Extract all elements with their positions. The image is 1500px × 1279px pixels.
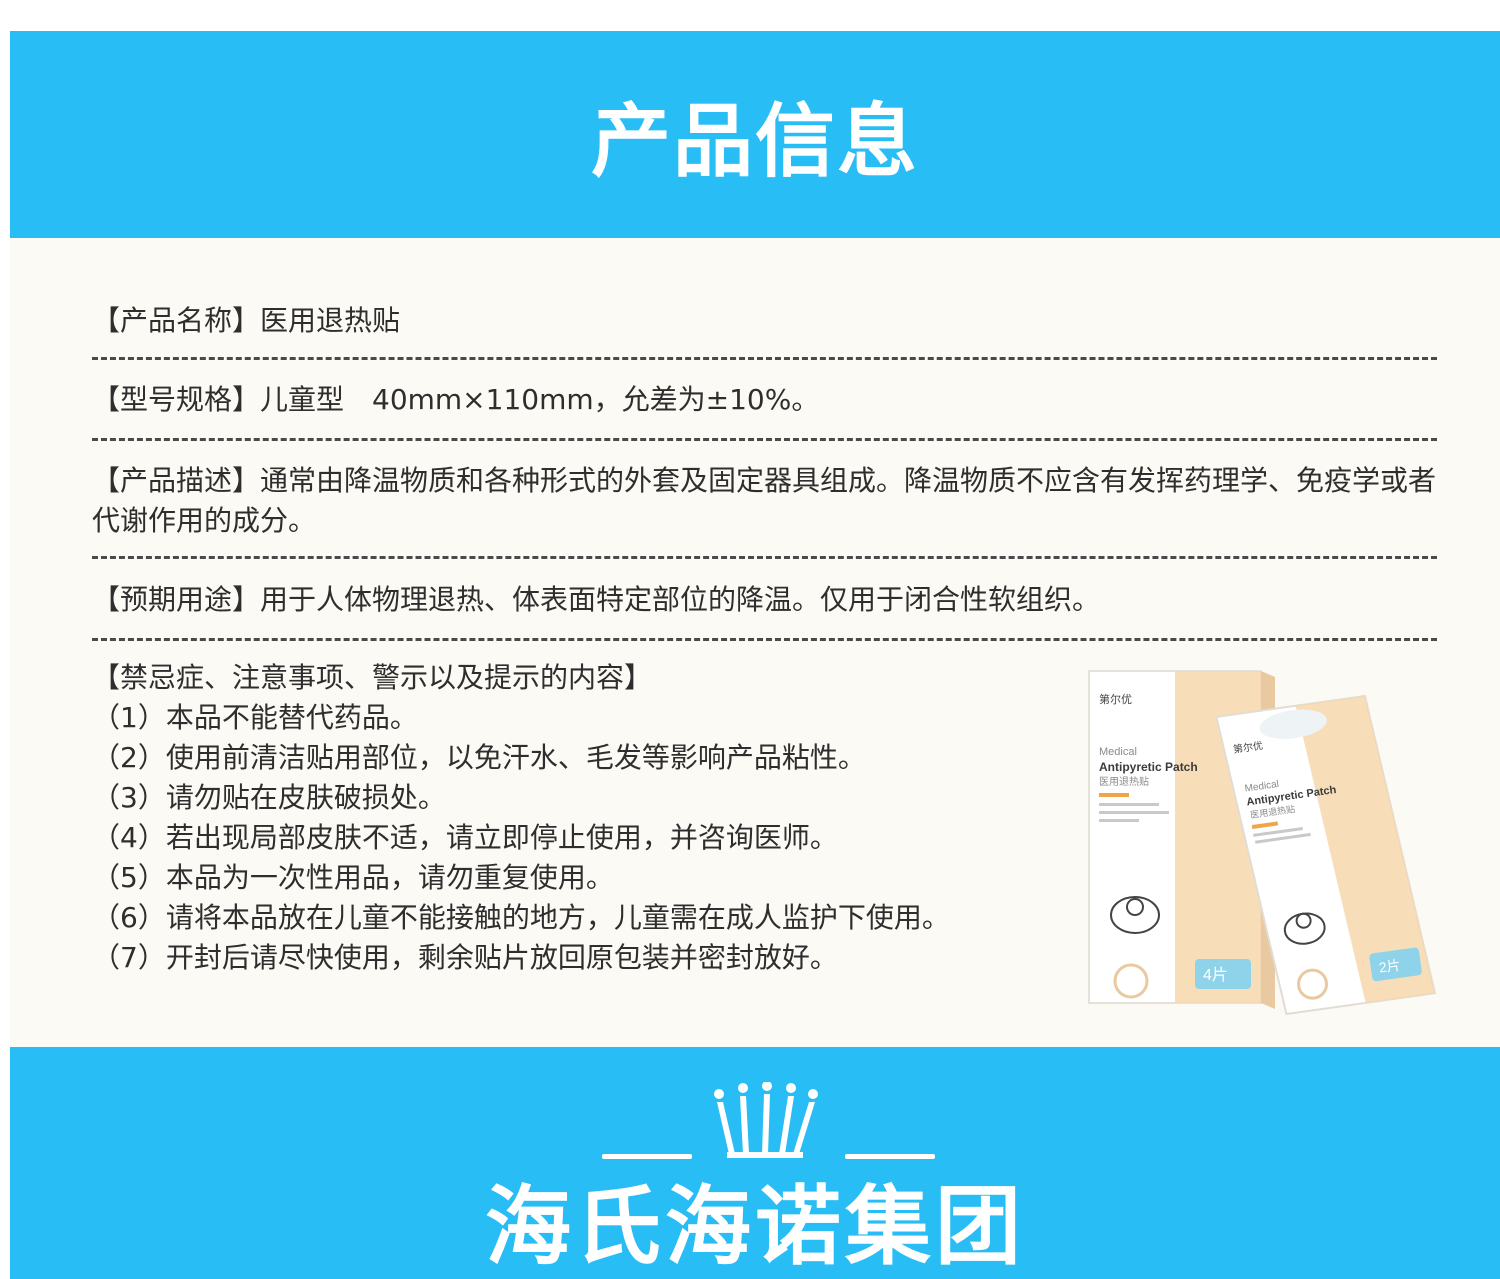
warnings-list: （1）本品不能替代药品。 （2）使用前清洁贴用部位，以免汗水、毛发等影响产品粘性…	[92, 698, 950, 978]
decorative-line	[845, 1154, 935, 1159]
product-model: 【型号规格】儿童型 40mm×110mm，允差为±10%。	[92, 383, 820, 416]
warning-item: （3）请勿贴在皮肤破损处。	[92, 781, 446, 814]
header-banner: 产品信息	[10, 31, 1500, 238]
divider	[92, 357, 1437, 360]
warnings-title: 【禁忌症、注意事项、警示以及提示的内容】	[92, 661, 653, 694]
product-name: 【产品名称】医用退热贴	[92, 304, 401, 337]
warning-item: （7）开封后请尽快使用，剩余贴片放回原包装并密封放好。	[92, 941, 838, 974]
warning-item: （4）若出现局部皮肤不适，请立即停止使用，并咨询医师。	[92, 821, 838, 854]
crown-icon	[714, 1082, 818, 1158]
svg-text:4片: 4片	[1203, 966, 1228, 984]
product-description: 【产品描述】通常由降温物质和各种形式的外套及固定器具组成。降温物质不应含有发挥药…	[92, 464, 1437, 537]
svg-text:第尔优: 第尔优	[1099, 692, 1132, 706]
divider	[92, 556, 1437, 559]
warning-item: （2）使用前清洁贴用部位，以免汗水、毛发等影响产品粘性。	[92, 741, 866, 774]
divider	[92, 638, 1437, 641]
svg-text:Medical: Medical	[1099, 746, 1137, 758]
warning-item: （5）本品为一次性用品，请勿重复使用。	[92, 861, 614, 894]
divider	[92, 438, 1437, 441]
svg-text:2片: 2片	[1378, 957, 1402, 976]
page-title: 产品信息	[591, 94, 919, 188]
warning-item: （1）本品不能替代药品。	[92, 701, 418, 734]
product-package-image: 第尔优 Medical Antipyretic Patch 医用退热贴 4片 第…	[1088, 670, 1437, 1016]
warning-item: （6）请将本品放在儿童不能接触的地方，儿童需在成人监护下使用。	[92, 901, 950, 934]
svg-text:医用退热贴: 医用退热贴	[1099, 775, 1149, 788]
footer-banner: 海氏海诺集团	[10, 1047, 1500, 1279]
brand-name: 海氏海诺集团	[485, 1177, 1025, 1277]
svg-text:Antipyretic Patch: Antipyretic Patch	[1099, 760, 1198, 774]
product-usage: 【预期用途】用于人体物理退热、体表面特定部位的降温。仅用于闭合性软组织。	[92, 583, 1101, 616]
product-info-panel: 【产品名称】医用退热贴 【型号规格】儿童型 40mm×110mm，允差为±10%…	[10, 238, 1500, 1047]
decorative-line	[602, 1154, 692, 1159]
